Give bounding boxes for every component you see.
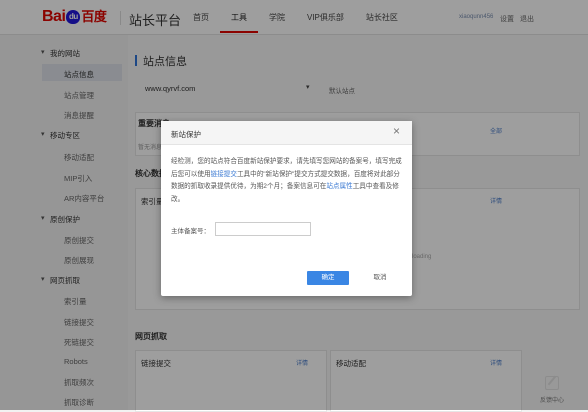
dialog-message: 经检测，您的站点符合百度新站保护要求，请先填写您网站的备案号，填写完成后您可以使… — [171, 156, 403, 206]
cancel-button[interactable]: 取消 — [361, 271, 399, 285]
edit-icon — [545, 376, 559, 390]
record-number-label: 主体备案号： — [171, 228, 210, 235]
site-attributes-link[interactable]: 站点属性 — [326, 183, 352, 190]
new-site-protection-dialog: 新站保护 × 经检测，您的站点符合百度新站保护要求，请先填写您网站的备案号，填写… — [161, 121, 412, 296]
link-submit-link[interactable]: 链接提交 — [211, 171, 237, 178]
close-icon[interactable]: × — [393, 125, 400, 137]
feedback-label: 反馈中心 — [539, 398, 564, 404]
dialog-header: 新站保护 × — [161, 121, 412, 145]
feedback-center[interactable]: 反馈中心 — [538, 376, 566, 404]
confirm-button[interactable]: 确定 — [307, 271, 349, 285]
record-number-input[interactable] — [215, 222, 311, 236]
dialog-title: 新站保护 — [171, 130, 201, 139]
